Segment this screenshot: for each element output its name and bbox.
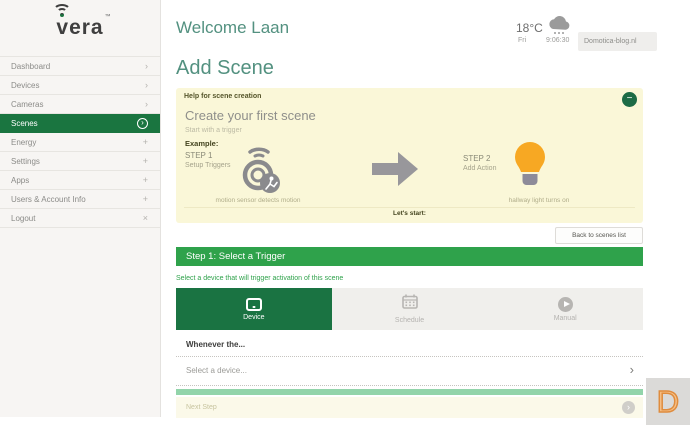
- logo-text: vera™: [56, 16, 103, 40]
- watermark-badge: D: [646, 378, 690, 425]
- plus-icon: +: [143, 138, 148, 147]
- help-panel-title: Help for scene creation: [184, 93, 261, 100]
- sidebar-menu: Dashboard › Devices › Cameras › Scenes ›…: [0, 56, 160, 228]
- trademark: ™: [105, 14, 112, 20]
- trigger-type-tabs: Device Schedule: [176, 288, 643, 330]
- whenever-label: Whenever the...: [186, 340, 245, 349]
- back-to-scenes-button[interactable]: Back to scenes list: [555, 227, 643, 244]
- sidebar: vera™ Dashboard › Devices › Cameras › Sc…: [0, 0, 161, 417]
- step1-header-bar: Step 1: Select a Trigger: [176, 247, 643, 266]
- calendar-icon: [402, 294, 418, 314]
- sidebar-item-logout[interactable]: Logout ×: [0, 209, 160, 228]
- step2-sublabel: Add Action: [463, 165, 496, 172]
- chevron-right-icon: ›: [145, 62, 148, 71]
- sidebar-item-settings[interactable]: Settings +: [0, 152, 160, 171]
- chevron-right-circle-icon: ›: [622, 401, 635, 414]
- step2-caption: hallway light turns on: [479, 197, 599, 204]
- vera-logo: vera™: [0, 0, 160, 56]
- wifi-arcs-icon: [53, 4, 71, 14]
- step2-label: STEP 2: [463, 154, 490, 163]
- sidebar-item-apps[interactable]: Apps +: [0, 171, 160, 190]
- sidebar-item-users-account[interactable]: Users & Account Info +: [0, 190, 160, 209]
- vera-app-window: vera™ Dashboard › Devices › Cameras › Sc…: [0, 0, 690, 431]
- plus-icon: +: [143, 176, 148, 185]
- help-panel: Help for scene creation − Create your fi…: [176, 88, 643, 223]
- sidebar-item-energy[interactable]: Energy +: [0, 133, 160, 152]
- help-divider: [184, 207, 635, 208]
- sidebar-item-devices[interactable]: Devices ›: [0, 76, 160, 95]
- close-icon: ×: [143, 214, 148, 223]
- sidebar-item-dashboard[interactable]: Dashboard ›: [0, 57, 160, 76]
- progress-bar: [176, 389, 643, 395]
- play-icon: [558, 297, 573, 312]
- tab-device[interactable]: Device: [176, 288, 332, 330]
- divider-dotted: [176, 385, 643, 386]
- help-heading: Create your first scene: [185, 108, 316, 123]
- chevron-right-icon: ›: [145, 100, 148, 109]
- example-label: Example:: [185, 139, 218, 148]
- chevron-right-circle-icon: ›: [137, 118, 148, 129]
- lets-start-label: Let's start:: [176, 210, 643, 217]
- welcome-heading: Welcome Laan: [176, 18, 289, 38]
- select-device-row[interactable]: Select a device... ›: [176, 357, 643, 385]
- temperature-label: 18°C: [516, 21, 543, 35]
- step1-caption: motion sensor detects motion: [188, 197, 328, 204]
- plus-icon: +: [143, 195, 148, 204]
- collapse-help-button[interactable]: −: [622, 92, 637, 107]
- main-content: Welcome Laan 18°C Fri 9:06:30 Domotica-b…: [161, 0, 690, 431]
- step1-label: STEP 1: [185, 151, 212, 160]
- chevron-right-icon: ›: [145, 81, 148, 90]
- motion-sensor-icon: [224, 144, 294, 201]
- time-label: 9:06:30: [546, 37, 569, 44]
- device-icon: [246, 298, 262, 311]
- page-title: Add Scene: [176, 57, 274, 80]
- sidebar-item-scenes[interactable]: Scenes ›: [0, 114, 160, 133]
- lightbulb-icon: [510, 140, 550, 199]
- sidebar-item-cameras[interactable]: Cameras ›: [0, 95, 160, 114]
- help-subheading: Start with a trigger: [185, 127, 242, 134]
- chevron-right-icon: ›: [630, 362, 634, 377]
- arrow-right-icon: [372, 152, 420, 186]
- plus-icon: +: [143, 157, 148, 166]
- trigger-instruction: Select a device that will trigger activa…: [176, 275, 343, 282]
- account-selector[interactable]: Domotica-blog.nl: [578, 32, 657, 51]
- tab-manual[interactable]: Manual: [487, 288, 643, 330]
- tab-schedule[interactable]: Schedule: [332, 288, 488, 330]
- next-step-button[interactable]: Next Step ›: [176, 397, 643, 418]
- day-label: Fri: [518, 37, 526, 44]
